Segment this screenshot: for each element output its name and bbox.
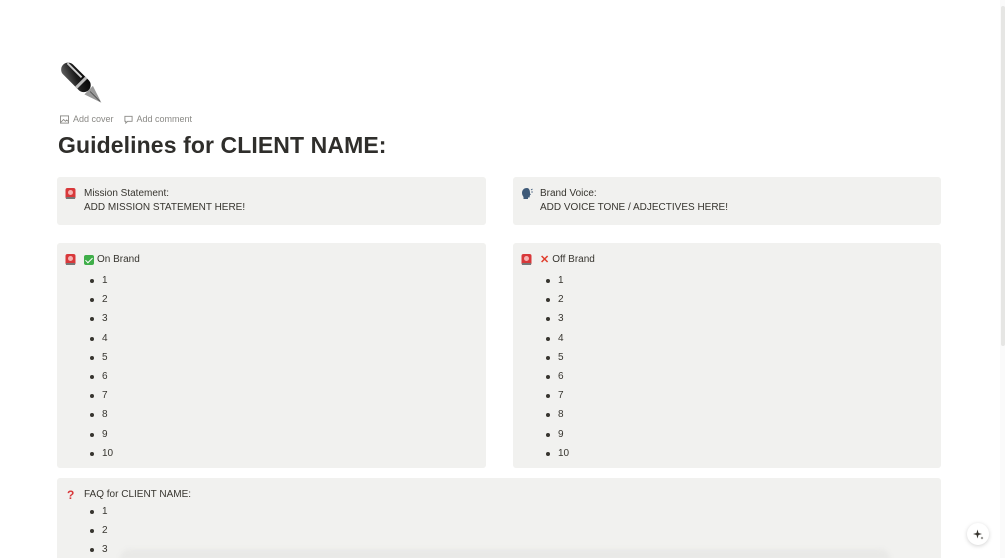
list-item[interactable]: 2 (84, 290, 140, 309)
off-brand-heading[interactable]: ✕ Off Brand (540, 253, 595, 267)
list-item[interactable]: 4 (84, 329, 140, 348)
add-comment-label: Add comment (136, 114, 193, 124)
list-item[interactable]: 8 (84, 405, 140, 424)
list-item[interactable]: 1 (84, 502, 191, 521)
on-brand-label: On Brand (97, 254, 140, 265)
notion-page: Add cover Add comment Guidelines for CLI… (0, 0, 1005, 558)
mission-callout[interactable]: Mission Statement: ADD MISSION STATEMENT… (57, 177, 486, 225)
comment-icon (123, 115, 133, 124)
off-brand-callout[interactable]: ✕ Off Brand 1 2 3 4 5 6 7 8 9 10 (513, 243, 941, 468)
brand-voice-label: Brand Voice: (540, 188, 597, 199)
list-item[interactable]: 2 (540, 290, 595, 309)
list-item[interactable]: 9 (540, 425, 595, 444)
brand-voice-callout[interactable]: Brand Voice: ADD VOICE TONE / ADJECTIVES… (513, 177, 941, 225)
faq-callout[interactable]: ? FAQ for CLIENT NAME: 1 2 3 (57, 478, 941, 558)
list-item[interactable]: 10 (540, 444, 595, 463)
scrollbar[interactable] (1000, 0, 1005, 558)
list-item[interactable]: 5 (540, 348, 595, 367)
list-item[interactable]: 3 (84, 309, 140, 328)
mission-value[interactable]: ADD MISSION STATEMENT HERE! (84, 201, 245, 215)
off-brand-body: ✕ Off Brand 1 2 3 4 5 6 7 8 9 10 (540, 253, 595, 463)
bottom-toolbar-shadow (120, 549, 890, 558)
list-item[interactable]: 2 (84, 521, 191, 540)
brand-voice-body: Brand Voice: ADD VOICE TONE / ADJECTIVES… (540, 187, 728, 215)
list-item[interactable]: 1 (84, 271, 140, 290)
faq-body: FAQ for CLIENT NAME: 1 2 3 (84, 488, 191, 558)
list-item[interactable]: 3 (540, 309, 595, 328)
speaking-head-icon[interactable] (521, 187, 533, 201)
list-item[interactable]: 1 (540, 271, 595, 290)
scrollbar-thumb[interactable] (1001, 6, 1005, 346)
siren-icon[interactable] (521, 253, 533, 267)
list-item[interactable]: 9 (84, 425, 140, 444)
on-brand-callout[interactable]: On Brand 1 2 3 4 5 6 7 8 9 10 (57, 243, 486, 468)
on-brand-body: On Brand 1 2 3 4 5 6 7 8 9 10 (84, 253, 140, 463)
list-item[interactable]: 5 (84, 348, 140, 367)
list-item[interactable]: 7 (540, 386, 595, 405)
siren-icon[interactable] (65, 187, 77, 201)
fountain-pen-icon[interactable] (57, 58, 109, 108)
add-cover-label: Add cover (73, 114, 114, 124)
on-brand-heading[interactable]: On Brand (84, 253, 140, 267)
siren-icon[interactable] (65, 253, 77, 267)
list-item[interactable]: 4 (540, 329, 595, 348)
add-comment-button[interactable]: Add comment (123, 114, 193, 124)
page-actions: Add cover Add comment (60, 114, 192, 124)
mission-label: Mission Statement: (84, 188, 170, 199)
list-item[interactable]: 10 (84, 444, 140, 463)
ai-assistant-button[interactable] (967, 523, 989, 545)
off-brand-label: Off Brand (552, 254, 595, 265)
sparkle-icon (972, 529, 983, 539)
faq-label: FAQ for CLIENT NAME: (84, 489, 192, 500)
page-title[interactable]: Guidelines for CLIENT NAME: (58, 132, 387, 159)
list-item[interactable]: 6 (84, 367, 140, 386)
list-item[interactable]: 8 (540, 405, 595, 424)
image-icon (60, 114, 69, 124)
question-mark-icon[interactable]: ? (67, 488, 79, 502)
list-item[interactable]: 7 (84, 386, 140, 405)
brand-voice-value[interactable]: ADD VOICE TONE / ADJECTIVES HERE! (540, 201, 728, 215)
list-item[interactable]: 6 (540, 367, 595, 386)
check-mark-icon (84, 255, 94, 265)
cross-mark-icon: ✕ (540, 254, 550, 266)
add-cover-button[interactable]: Add cover (60, 114, 114, 124)
mission-body: Mission Statement: ADD MISSION STATEMENT… (84, 187, 245, 215)
off-brand-list: 1 2 3 4 5 6 7 8 9 10 (540, 271, 595, 463)
on-brand-list: 1 2 3 4 5 6 7 8 9 10 (84, 271, 140, 463)
